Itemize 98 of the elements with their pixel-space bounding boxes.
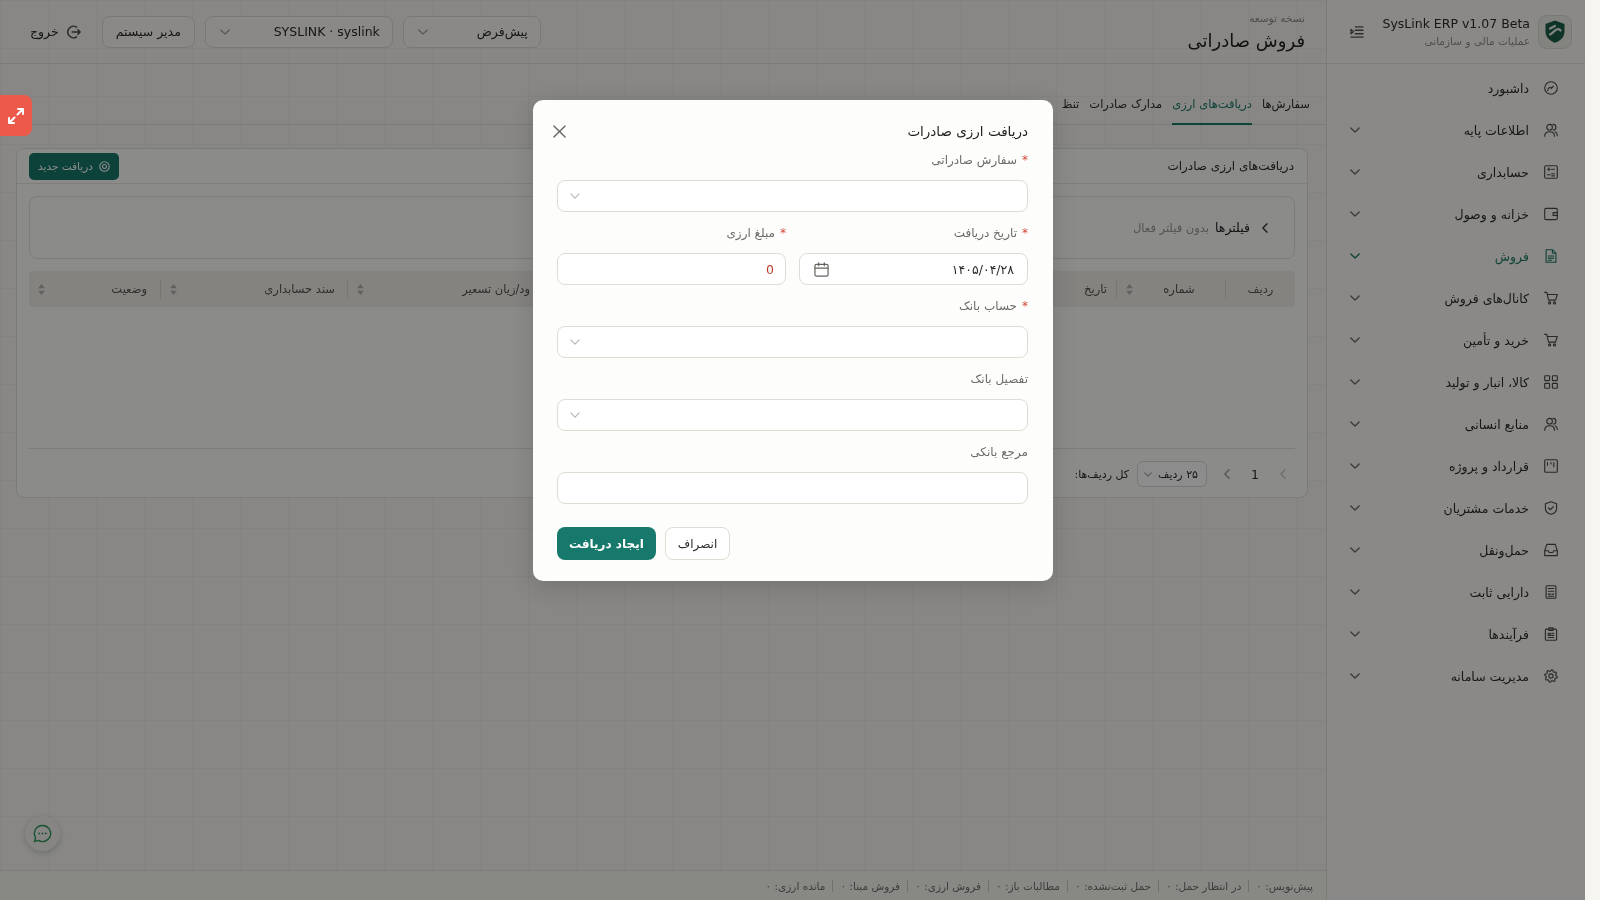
dropdown[interactable]: SYSLINK · syslink [204,15,393,48]
sidebar-item[interactable]: خزانه و وصول [1327,193,1585,235]
sidebar-item[interactable]: کانال‌های فروش [1327,277,1585,319]
filter-status: بدون فیلتر فعال [1133,220,1210,235]
sidebar-item[interactable]: کالا، انبار و تولید [1327,361,1585,403]
column-header: تاریخ [1084,282,1107,296]
chat-icon [33,824,52,843]
coin-icon [99,160,110,172]
sidebar-item[interactable]: مدیریت سامانه [1327,655,1585,697]
sidebar-item[interactable]: داشبورد [1327,67,1585,109]
chevron-left-icon[interactable] [1280,469,1286,479]
sort-icon[interactable] [38,283,45,295]
status-item: حمل ثبت‌نشده: ۰ [1067,879,1159,892]
column-header: سند حسابداری [264,282,335,296]
chevron-down-icon [1144,471,1152,477]
date-field[interactable]: ۱۴۰۵/۰۴/۲۸ [799,253,1028,285]
dropdown[interactable]: پیش‌فرض [402,15,541,48]
wallet-icon [1544,207,1558,221]
sidebar-item[interactable]: خدمات مشتریان [1327,487,1585,529]
page-size-dropdown[interactable]: ۲۵ ردیف [1137,461,1207,487]
calendar-icon [814,261,829,277]
sidebar-item[interactable]: خرید و تأمین [1327,319,1585,361]
grid-icon [1544,375,1558,389]
cart-icon [1544,333,1558,347]
tab[interactable]: تنظ [1061,86,1080,125]
chevron-down-icon [417,28,428,35]
status-item: فروش مبنا: ۰ [833,879,909,892]
shield-check-icon [1544,501,1558,515]
tab[interactable]: مدارک صادرات [1089,86,1163,125]
column-header: ردیف [1247,282,1274,296]
board-icon [1544,459,1558,473]
field-label: * مبلغ ارزی [726,225,786,242]
users-icon [1544,417,1558,431]
text-field[interactable] [557,472,1028,504]
status-item: مطالبات باز: ۰ [989,879,1068,892]
sidebar-item[interactable]: فرآیندها [1327,613,1585,655]
tab[interactable]: سفارش‌ها [1261,86,1310,125]
modal-title: دریافت ارزی صادرات [907,123,1028,139]
sort-icon[interactable] [1126,283,1133,295]
field-label: * سفارش صادراتی [931,152,1028,170]
filter-toggle[interactable]: فیلترها [1215,220,1268,235]
settings-icon [1544,669,1558,683]
sort-icon[interactable] [357,283,364,295]
chevron-down-icon [570,412,580,418]
card-title: دریافت‌های ارزی صادرات [1167,159,1294,173]
column-header: ود/زیان تسعیر [462,282,530,296]
column-header: شماره [1163,282,1195,296]
logout-button[interactable]: خروج [30,24,81,39]
chevron-left-icon [1262,222,1268,233]
inbox-icon [1544,543,1558,557]
sidebar-item[interactable]: فروش [1327,235,1585,277]
chevron-down-icon [570,339,580,345]
clipboard-icon [1544,627,1558,641]
sidebar-item[interactable]: قرارداد و پروژه [1327,445,1585,487]
chevron-down-icon [570,193,580,199]
status-item: مانده ارزی: ۰ [758,879,834,892]
sidebar-item[interactable]: منابع انسانی [1327,403,1585,445]
chevron-left-icon[interactable] [1224,469,1230,479]
status-item: در انتظار حمل: ۰ [1159,879,1250,892]
expand-button[interactable] [0,95,32,136]
document-icon [1544,249,1558,263]
app-subtitle: عملیات مالی و سازمانی [1424,35,1530,47]
sidebar-item[interactable]: اطلاعات پایه [1327,109,1585,151]
chevron-down-icon [219,28,230,35]
calculator-icon [1544,165,1558,179]
close-icon [553,124,566,138]
field-label: مرجع بانکی [970,444,1028,461]
column-header: وضعیت [111,282,147,296]
new-receipt-button[interactable]: دریافت جدید [29,152,119,180]
sort-icon[interactable] [170,283,177,295]
field-label: * حساب بانک [959,298,1028,315]
field-label: * تاریخ دریافت [953,225,1028,242]
sidebar-item[interactable]: حسابداری [1327,151,1585,193]
select-field[interactable] [557,326,1028,358]
sidebar-item[interactable]: حمل‌ونقل [1327,529,1585,571]
create-button[interactable]: ایجاد دریافت [557,527,656,560]
page-subtitle: نسخه توسعه [1249,10,1305,25]
select-field[interactable] [557,180,1028,212]
total-rows-label: کل ردیف‌ها: [1074,467,1129,481]
cancel-button[interactable]: انصراف [664,527,731,560]
gauge-icon [1544,81,1558,95]
users-icon [1544,123,1558,137]
logout-icon [66,24,81,39]
amount-field[interactable]: 0 [557,253,786,285]
close-button[interactable] [553,124,566,138]
menu-collapse-icon[interactable] [1350,25,1364,38]
page-title: فروش صادراتی [1187,28,1305,53]
cart-icon [1544,291,1558,305]
app-title: SysLink ERP v1.07 Beta [1382,16,1530,31]
field-label: تفصیل بانک [970,371,1028,388]
expand-icon [8,107,24,124]
tab[interactable]: دریافت‌های ارزی [1172,86,1252,125]
user-button[interactable]: مدیر سیستم [101,15,195,48]
sidebar-item[interactable]: دارایی ثابت [1327,571,1585,613]
form-icon [1544,585,1558,599]
page-number[interactable]: 1 [1245,466,1265,482]
logo-icon [1538,14,1572,49]
select-field[interactable] [557,399,1028,431]
